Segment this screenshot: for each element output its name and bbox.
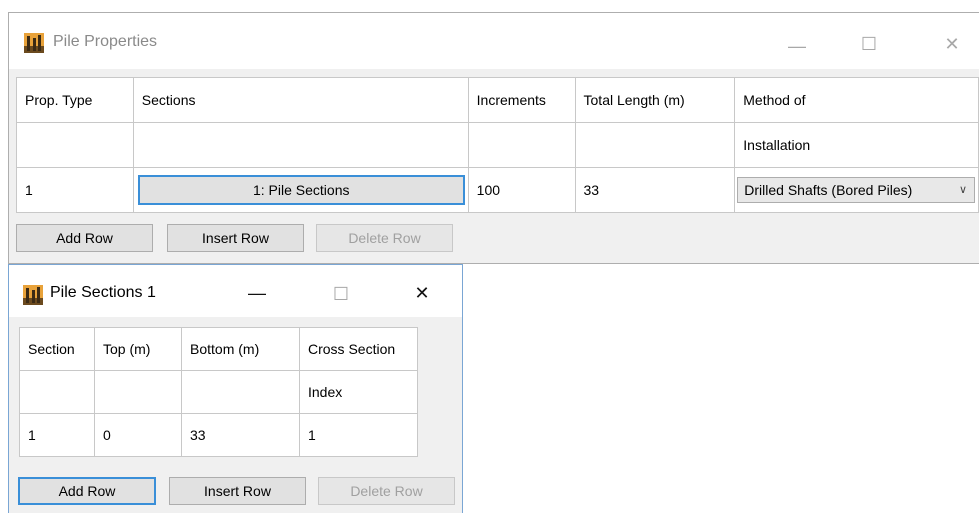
delete-row-button[interactable]: Delete Row (318, 477, 455, 505)
sections-cell: 1: Pile Sections (132, 167, 469, 213)
header-cell (467, 122, 576, 168)
pile-properties-grid: Prop. Type Sections Increments Total Len… (16, 77, 979, 213)
delete-row-button[interactable]: Delete Row (316, 224, 453, 252)
title-bar[interactable]: Pile Properties — ☐ ✕ (9, 13, 979, 69)
section-cell[interactable]: 1 (19, 413, 95, 457)
table-row: 1 0 33 1 (19, 413, 418, 457)
pile-app-icon (23, 285, 43, 305)
maximize-icon[interactable]: ☐ (859, 35, 879, 53)
method-cell: Drilled Shafts (Bored Piles) ∨ (734, 167, 979, 213)
total-length-cell[interactable]: 33 (574, 167, 736, 213)
header-cell (94, 370, 182, 414)
insert-row-button[interactable]: Insert Row (167, 224, 304, 252)
header-prop-type: Prop. Type (16, 77, 134, 123)
pile-sections-grid: Section Top (m) Bottom (m) Cross Section… (19, 327, 418, 457)
title-bar[interactable]: Pile Sections 1 — ☐ ✕ (9, 265, 462, 317)
header-sections: Sections (132, 77, 469, 123)
maximize-icon[interactable]: ☐ (331, 285, 351, 303)
header-total-length: Total Length (m) (574, 77, 736, 123)
header-increments: Increments (467, 77, 576, 123)
installation-method-value: Drilled Shafts (Bored Piles) (744, 182, 913, 198)
bottom-cell[interactable]: 33 (181, 413, 300, 457)
header-cell (16, 122, 134, 168)
prop-type-cell[interactable]: 1 (16, 167, 134, 213)
header-index: Index (299, 370, 418, 414)
pile-properties-window: Pile Properties — ☐ ✕ Prop. Type Section… (8, 12, 979, 264)
header-row: Section Top (m) Bottom (m) Cross Section (19, 327, 418, 371)
header-cross-section: Cross Section (299, 327, 418, 371)
header-method: Method of (734, 77, 979, 123)
table-row: 1 1: Pile Sections 100 33 Drilled Shafts… (16, 167, 979, 213)
header-installation: Installation (734, 122, 979, 168)
chevron-down-icon[interactable]: ∨ (952, 178, 974, 202)
header-row-2: Installation (16, 122, 979, 168)
header-top: Top (m) (94, 327, 182, 371)
installation-method-select[interactable]: Drilled Shafts (Bored Piles) ∨ (737, 177, 975, 203)
close-icon[interactable]: ✕ (942, 35, 962, 53)
header-cell (181, 370, 300, 414)
pile-sections-window: Pile Sections 1 — ☐ ✕ Section Top (m) Bo… (8, 264, 463, 513)
minimize-icon[interactable]: — (247, 284, 267, 302)
pile-sections-button[interactable]: 1: Pile Sections (137, 175, 465, 205)
increments-cell[interactable]: 100 (467, 167, 576, 213)
add-row-button[interactable]: Add Row (16, 224, 153, 252)
window-title: Pile Properties (53, 33, 158, 50)
minimize-icon[interactable]: — (787, 37, 807, 55)
header-cell (574, 122, 736, 168)
pile-app-icon (24, 33, 44, 53)
header-row: Prop. Type Sections Increments Total Len… (16, 77, 979, 123)
window-title: Pile Sections 1 (50, 284, 156, 301)
close-icon[interactable]: ✕ (412, 284, 432, 302)
header-row-2: Index (19, 370, 418, 414)
cross-section-index-cell[interactable]: 1 (299, 413, 418, 457)
header-cell (132, 122, 469, 168)
insert-row-button[interactable]: Insert Row (169, 477, 306, 505)
top-cell[interactable]: 0 (94, 413, 182, 457)
header-bottom: Bottom (m) (181, 327, 300, 371)
header-section: Section (19, 327, 95, 371)
add-row-button[interactable]: Add Row (18, 477, 156, 505)
header-cell (19, 370, 95, 414)
